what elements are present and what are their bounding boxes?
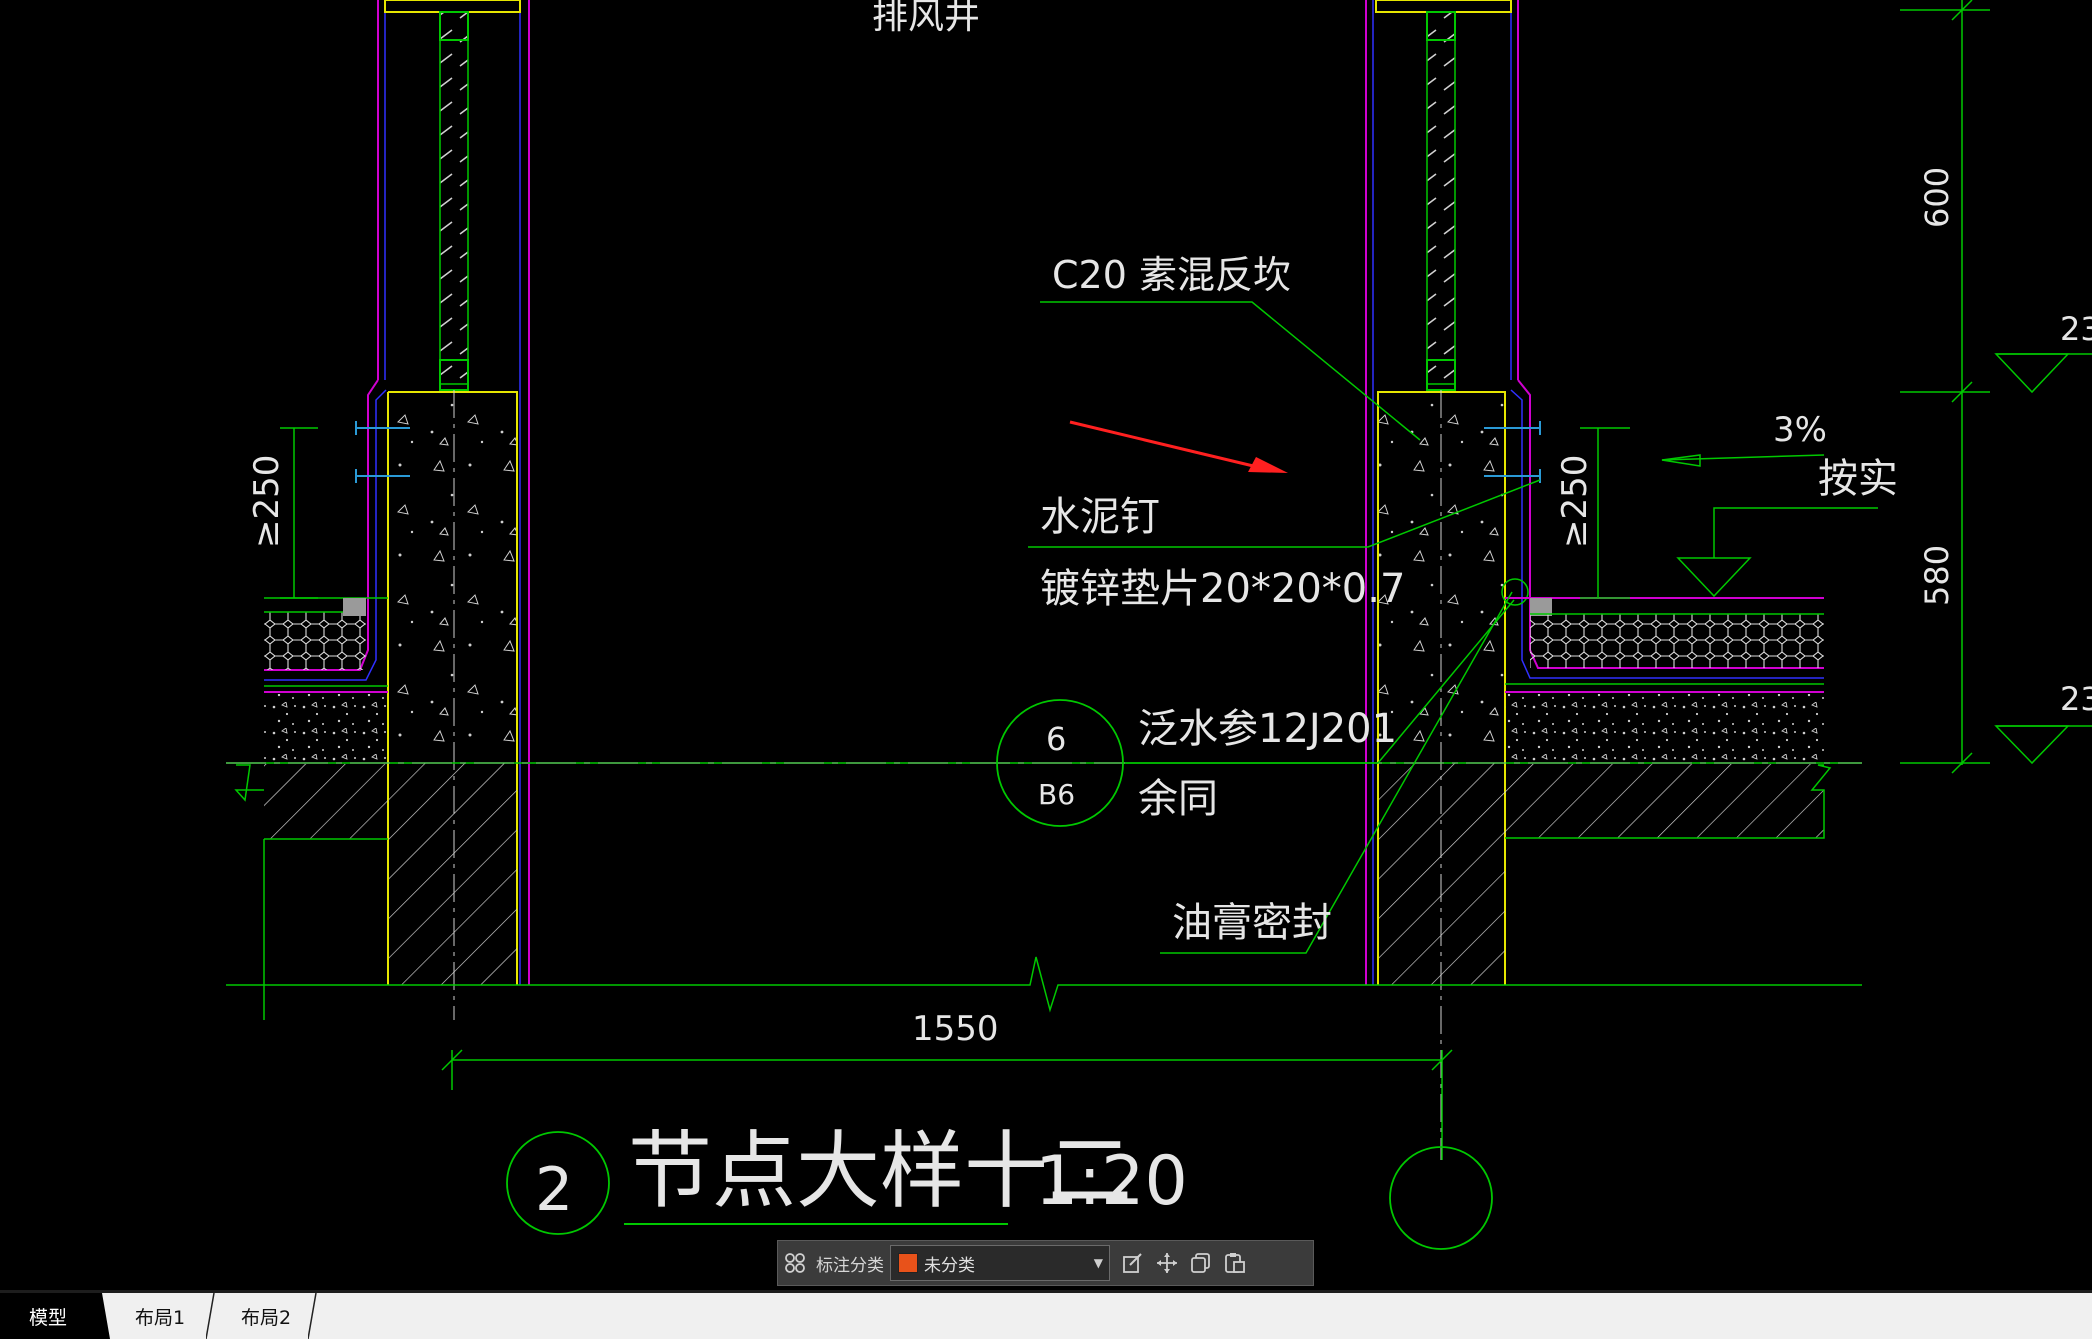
dim-600-text: 600 (1918, 167, 1956, 228)
layout-tabbar: 模型 布局1 布局2 (0, 1290, 2092, 1339)
tab-model[interactable]: 模型 (0, 1293, 96, 1339)
right-roof-layers (1505, 597, 1832, 839)
bubble-bottom-text: B6 (1038, 778, 1075, 811)
slope-annotation: 3% 按实 (1661, 410, 1898, 598)
category-label: 标注分类 (816, 1255, 884, 1276)
label-c20: C20 素混反坎 (1052, 253, 1291, 297)
grid-icon[interactable] (778, 1243, 812, 1283)
tab-divider (96, 1293, 110, 1339)
detail-scale-text: 1:20 (1035, 1142, 1188, 1221)
title-top-text: 排风井 (872, 0, 980, 37)
move-icon[interactable] (1150, 1243, 1184, 1283)
category-value: 未分类 (924, 1255, 975, 1276)
paste-icon[interactable] (1218, 1243, 1252, 1283)
ref-bubble-empty (1389, 1146, 1493, 1250)
elev-mark-bottom: 23 (2060, 680, 2092, 718)
right-wall (1365, 0, 1824, 1160)
tab-model-label: 模型 (28, 1306, 67, 1329)
detail-number-text: 2 (535, 1155, 573, 1225)
left-dim-250: ≥250 (247, 427, 318, 599)
dim-250-left-text: ≥250 (247, 455, 287, 548)
dim-580-text: 580 (1918, 545, 1956, 606)
tab-divider (308, 1293, 317, 1339)
label-washer: 镀锌垫片20*20*0.7 (1040, 566, 1405, 612)
label-seal: 油膏密封 (1172, 900, 1332, 946)
slope-note-text: 按实 (1818, 456, 1898, 502)
label-same: 余同 (1138, 776, 1218, 822)
elev-mark-top: 23 (2060, 310, 2092, 348)
slope-text: 3% (1773, 410, 1827, 450)
annotation-toolbar: 标注分类 未分类 ▼ (777, 1240, 1314, 1286)
detail-title-block: 2 节点大样十二 1:20 (506, 1122, 1493, 1250)
tab-layout2-label: 布局2 (240, 1306, 292, 1329)
chevron-down-icon: ▼ (1093, 1256, 1103, 1270)
right-dim-250: ≥250 (1555, 427, 1630, 599)
cad-drawing-canvas[interactable]: ≥250 ≥250 600 580 23 23 3% 按实 排风井 C20 素混… (0, 0, 2092, 1290)
left-roof-layers (234, 597, 388, 985)
dim-1550-text: 1550 (912, 1009, 999, 1049)
left-wall (264, 0, 530, 1020)
copy-icon[interactable] (1184, 1243, 1218, 1283)
vertical-dims: 600 580 23 23 (1900, 0, 2092, 774)
tab-layout1[interactable]: 布局1 (110, 1293, 210, 1339)
dim-250-right-text: ≥250 (1555, 455, 1595, 548)
red-arrow (1069, 420, 1288, 473)
label-nail: 水泥钉 (1040, 494, 1160, 540)
tab-layout1-label: 布局1 (134, 1306, 186, 1329)
label-flashing: 泛水参12J201 (1138, 706, 1397, 752)
category-select[interactable]: 未分类 ▼ (890, 1245, 1110, 1281)
edit-icon[interactable] (1116, 1243, 1150, 1283)
category-color-swatch (898, 1253, 918, 1273)
bubble-top-text: 6 (1046, 720, 1066, 758)
tab-layout2[interactable]: 布局2 (216, 1293, 316, 1339)
